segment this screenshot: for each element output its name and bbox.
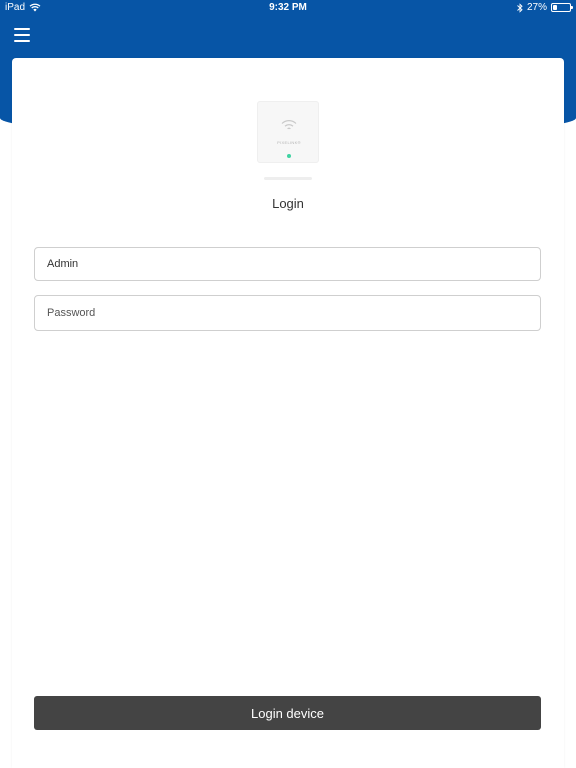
- battery-tip: [571, 6, 573, 9]
- login-title: Login: [272, 196, 304, 211]
- battery-percent: 27%: [526, 2, 547, 13]
- status-right: 27%: [517, 2, 573, 13]
- login-device-button[interactable]: Login device: [34, 696, 541, 730]
- login-card: PIXELINK® Login Login device: [12, 58, 564, 768]
- battery-level: [553, 5, 558, 10]
- battery-icon: [551, 3, 573, 12]
- device-shadow: [264, 177, 312, 180]
- device-brand-label: PIXELINK®: [277, 140, 301, 145]
- status-time: 9:32 PM: [269, 2, 307, 13]
- device-wifi-icon: [281, 120, 297, 130]
- status-bar: iPad 9:32 PM 27%: [0, 0, 576, 16]
- router-device-image: PIXELINK®: [257, 101, 319, 163]
- hamburger-menu-icon[interactable]: [14, 28, 30, 44]
- bluetooth-icon: [517, 2, 523, 13]
- password-field[interactable]: [34, 295, 541, 331]
- username-field[interactable]: [34, 247, 541, 281]
- device-status-led: [287, 154, 291, 158]
